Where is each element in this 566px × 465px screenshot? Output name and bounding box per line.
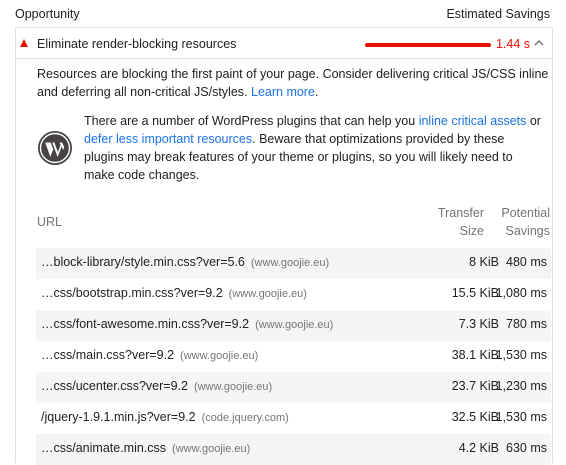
potential-savings: 480 ms	[506, 255, 547, 269]
table-row: …block-library/style.min.css?ver=5.6 (www…	[36, 248, 551, 279]
transfer-size: 38.1 KiB	[451, 348, 499, 362]
audit-savings: 1.44 s	[495, 37, 530, 51]
resource-host: (code.jquery.com)	[201, 412, 289, 424]
resource-url[interactable]: /jquery-1.9.1.min.js?ver=9.2	[41, 410, 196, 424]
resource-url[interactable]: …css/animate.min.css	[41, 441, 166, 455]
table-row: …css/animate.min.css (www.goojie.eu) 4.2 …	[36, 434, 551, 465]
transfer-size: 23.7 KiB	[451, 379, 499, 393]
learn-more-link[interactable]: Learn more	[251, 85, 315, 99]
savings-bar	[365, 43, 491, 47]
transfer-size: 4.2 KiB	[458, 441, 499, 455]
resource-url[interactable]: …css/ucenter.css?ver=9.2	[41, 379, 188, 393]
table-row: …css/font-awesome.min.css?ver=9.2 (www.go…	[36, 310, 551, 341]
inline-critical-assets-link[interactable]: inline critical assets	[419, 114, 527, 128]
opportunity-label: Opportunity	[15, 7, 80, 21]
resource-host: (www.goojie.eu)	[255, 319, 334, 331]
fail-triangle-icon	[20, 39, 28, 47]
resource-url[interactable]: …block-library/style.min.css?ver=5.6	[41, 255, 245, 269]
audit-header[interactable]: Eliminate render-blocking resources 1.44…	[16, 27, 552, 59]
table-row: …css/bootstrap.min.css?ver=9.2 (www.gooji…	[36, 279, 551, 310]
opportunity-header: Opportunity Estimated Savings	[15, 7, 550, 23]
potential-savings: 1,230 ms	[495, 379, 547, 393]
audit-panel: Eliminate render-blocking resources 1.44…	[15, 27, 553, 465]
transfer-size: 32.5 KiB	[451, 410, 499, 424]
defer-resources-link[interactable]: defer less important resources	[84, 132, 252, 146]
column-header-url: URL	[37, 215, 63, 229]
resource-url[interactable]: …css/font-awesome.min.css?ver=9.2	[41, 317, 249, 331]
table-row: /jquery-1.9.1.min.js?ver=9.2 (code.jquery…	[36, 403, 551, 434]
table-row: …css/ucenter.css?ver=9.2 (www.goojie.eu) …	[36, 372, 551, 403]
resource-host: (www.goojie.eu)	[193, 381, 273, 393]
resource-host: (www.goojie.eu)	[180, 350, 259, 362]
column-header-potential-savings: Potential Savings	[501, 206, 550, 238]
resource-url[interactable]: …css/main.css?ver=9.2	[41, 348, 174, 362]
potential-savings: 1,080 ms	[495, 286, 547, 300]
transfer-size: 8 KiB	[469, 255, 499, 269]
resource-host: (www.goojie.eu)	[228, 288, 307, 300]
wordpress-logo-icon	[38, 131, 72, 165]
wordpress-tip: There are a number of WordPress plugins …	[84, 114, 541, 182]
potential-savings: 1,530 ms	[495, 410, 547, 424]
audit-description: Resources are blocking the first paint o…	[37, 67, 549, 99]
transfer-size: 15.5 KiB	[451, 286, 499, 300]
table-row: …css/main.css?ver=9.2 (www.goojie.eu) 38.…	[36, 341, 551, 372]
resource-host: (www.goojie.eu)	[250, 257, 330, 269]
audit-title: Eliminate render-blocking resources	[37, 37, 237, 51]
potential-savings: 1,530 ms	[495, 348, 547, 362]
resource-url[interactable]: …css/bootstrap.min.css?ver=9.2	[41, 286, 223, 300]
chevron-up-icon[interactable]	[533, 37, 545, 49]
potential-savings: 780 ms	[506, 317, 547, 331]
column-header-transfer-size: Transfer Size	[437, 206, 484, 238]
potential-savings: 630 ms	[506, 441, 547, 455]
estimated-savings-label: Estimated Savings	[446, 7, 550, 21]
resource-host: (www.goojie.eu)	[172, 443, 251, 455]
transfer-size: 7.3 KiB	[458, 317, 499, 331]
